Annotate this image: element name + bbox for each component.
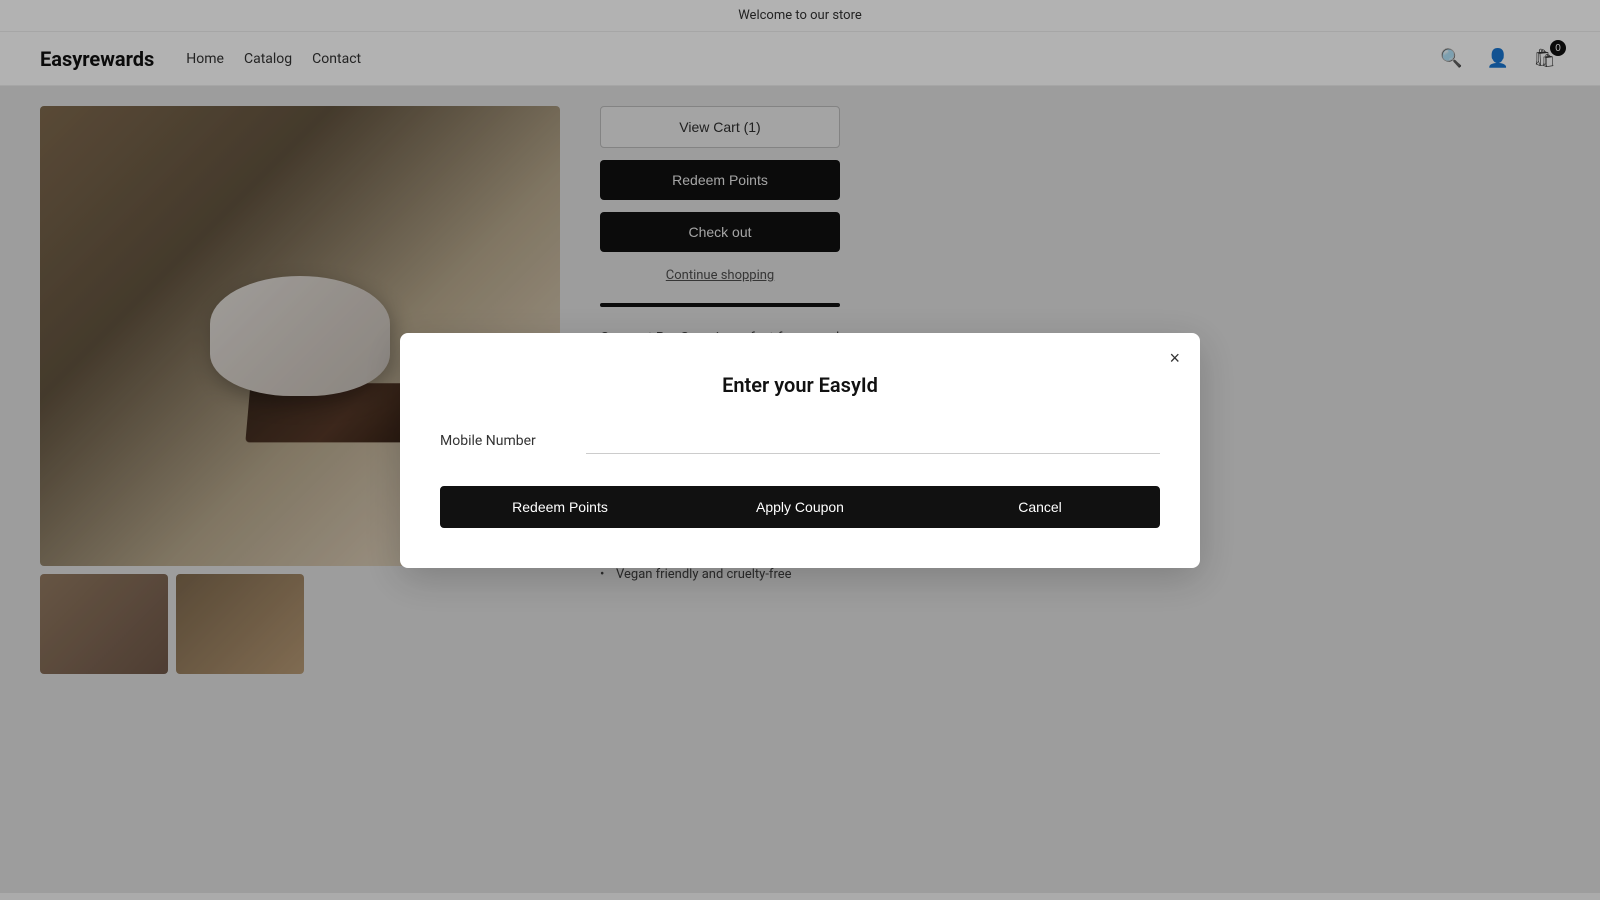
easyid-modal: × Enter your EasyId Mobile Number Redeem… xyxy=(400,333,1200,568)
modal-cancel-button[interactable]: Cancel xyxy=(920,486,1160,528)
modal-actions: Redeem Points Apply Coupon Cancel xyxy=(440,486,1160,528)
mobile-number-group: Mobile Number xyxy=(440,429,1160,454)
modal-overlay: × Enter your EasyId Mobile Number Redeem… xyxy=(0,0,1600,900)
modal-redeem-button[interactable]: Redeem Points xyxy=(440,486,680,528)
mobile-input[interactable] xyxy=(586,429,1160,454)
modal-close-button[interactable]: × xyxy=(1169,349,1180,367)
mobile-label: Mobile Number xyxy=(440,433,570,449)
modal-title: Enter your EasyId xyxy=(440,373,1160,397)
modal-apply-coupon-button[interactable]: Apply Coupon xyxy=(680,486,920,528)
